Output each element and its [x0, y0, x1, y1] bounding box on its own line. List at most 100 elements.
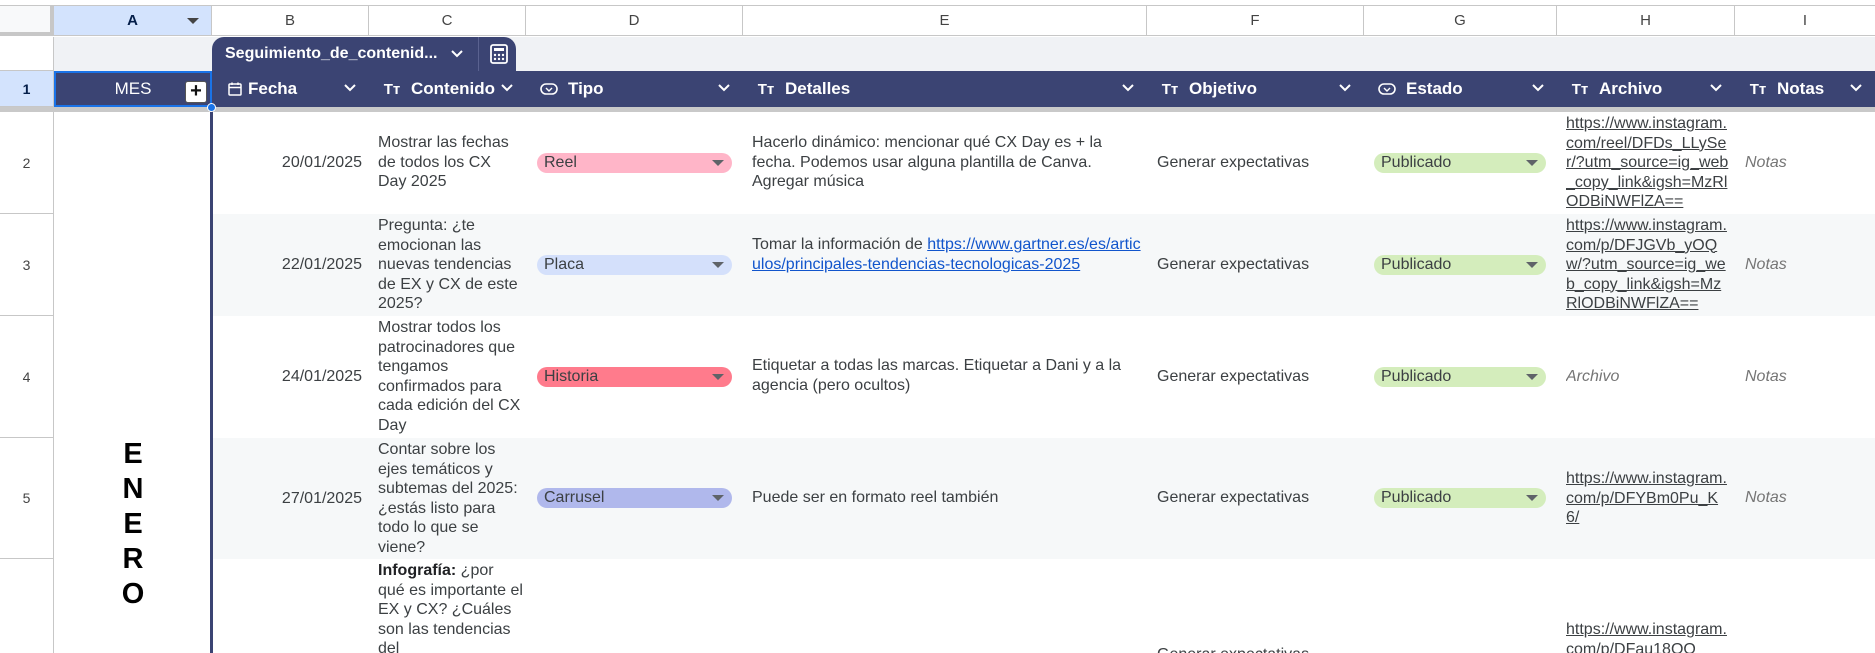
chevron-down-icon[interactable]: [1531, 80, 1545, 100]
cell-tipo-chip[interactable]: Historia: [537, 367, 732, 387]
column-header-b[interactable]: B: [212, 6, 369, 36]
cell-archivo-link[interactable]: https://www.instagram.com/p/DFau18OO: [1566, 620, 1729, 653]
chevron-down-icon[interactable]: [343, 80, 357, 100]
cell-notas[interactable]: Notas: [1745, 255, 1865, 275]
chevron-down-icon[interactable]: [450, 49, 464, 59]
cell-notas[interactable]: Notas: [1745, 367, 1865, 387]
chevron-down-icon[interactable]: [717, 80, 731, 100]
cell-notas[interactable]: Notas: [1745, 153, 1865, 173]
dropdown-arrow-icon[interactable]: [1526, 495, 1538, 501]
column-header-a[interactable]: A: [54, 6, 212, 36]
table-name: Seguimiento_de_contenid...: [225, 45, 438, 62]
dropdown-arrow-icon[interactable]: [1526, 160, 1538, 166]
text-type-icon: Tт: [757, 80, 775, 98]
cell-contenido[interactable]: Infografía: ¿por qué es importante el EX…: [378, 561, 523, 653]
dropdown-type-icon: [538, 83, 560, 95]
cell-contenido[interactable]: Contar sobre los ejes temáticos y subtem…: [378, 440, 523, 557]
chevron-down-icon[interactable]: [1338, 80, 1352, 100]
cell-fecha[interactable]: 22/01/2025: [212, 214, 362, 316]
chip-label: Publicado: [1381, 154, 1452, 171]
row-header-2[interactable]: 2: [0, 112, 54, 214]
column-header-g[interactable]: G: [1364, 6, 1557, 36]
cell-archivo-link[interactable]: https://www.instagram.com/p/DFJGVb_yOQw/…: [1566, 216, 1729, 314]
chevron-down-icon[interactable]: [1849, 80, 1863, 100]
header-notas[interactable]: Tт Notas: [1735, 71, 1875, 107]
header-fecha[interactable]: Fecha: [212, 71, 369, 107]
cell-detalles[interactable]: Hacerlo dinámico: mencionar qué CX Day e…: [752, 133, 1142, 192]
row-header-6[interactable]: [0, 559, 54, 653]
table-name-chip[interactable]: Seguimiento_de_contenid...: [212, 37, 516, 71]
dropdown-arrow-icon[interactable]: [712, 495, 724, 501]
cell-contenido[interactable]: Mostrar todos los patrocinadores que ten…: [378, 318, 523, 436]
header-contenido[interactable]: Tт Contenido: [369, 71, 526, 107]
dropdown-arrow-icon[interactable]: [712, 374, 724, 380]
header-archivo-label: Archivo: [1599, 79, 1663, 98]
contenido-bold: Infografía:: [378, 562, 457, 579]
header-detalles[interactable]: Tт Detalles: [743, 71, 1147, 107]
row-header-5[interactable]: 5: [0, 438, 54, 559]
chip-label: Publicado: [1381, 368, 1452, 385]
dropdown-arrow-icon[interactable]: [712, 262, 724, 268]
chip-label: Carrusel: [544, 489, 605, 506]
selection-handle[interactable]: [207, 103, 216, 112]
row-header-4[interactable]: 4: [0, 316, 54, 438]
cell-fecha[interactable]: 20/01/2025: [212, 112, 362, 214]
detalles-text: Tomar la información de: [752, 236, 928, 253]
cell-tipo-chip[interactable]: Placa: [537, 255, 732, 275]
cell-detalles[interactable]: Puede ser en formato reel también: [752, 488, 1142, 508]
cell-archivo-link[interactable]: https://www.instagram.com/p/DFYBm0Pu_K6/: [1566, 469, 1729, 528]
column-header-e[interactable]: E: [743, 6, 1147, 36]
header-detalles-label: Detalles: [785, 79, 851, 98]
cell-fecha[interactable]: 24/01/2025: [212, 316, 362, 438]
cell-notas[interactable]: Notas: [1745, 488, 1865, 508]
cell-estado-chip[interactable]: Publicado: [1374, 367, 1546, 387]
cell-objetivo[interactable]: Generar expectativas: [1157, 367, 1357, 387]
header-tipo[interactable]: Tipo: [526, 71, 743, 107]
header-contenido-label: Contenido: [411, 79, 496, 98]
column-header-c[interactable]: C: [369, 6, 526, 36]
add-column-button[interactable]: +: [185, 81, 207, 103]
cell-objetivo[interactable]: Generar expectativas: [1157, 645, 1357, 653]
dropdown-arrow-icon[interactable]: [1526, 262, 1538, 268]
cell-archivo-link[interactable]: https://www.instagram.com/reel/DFDs_LLyS…: [1566, 114, 1729, 212]
select-all-corner[interactable]: [0, 6, 54, 36]
cell-contenido[interactable]: Pregunta: ¿te emocionan las nuevas tende…: [378, 216, 523, 314]
column-header-h[interactable]: H: [1557, 6, 1735, 36]
chevron-down-icon[interactable]: [500, 80, 514, 100]
dropdown-arrow-icon[interactable]: [712, 160, 724, 166]
row-header-blank: [0, 37, 54, 71]
row-header-1[interactable]: 1: [0, 71, 54, 107]
chevron-down-icon[interactable]: [1709, 80, 1723, 100]
cell-objetivo[interactable]: Generar expectativas: [1157, 255, 1357, 275]
header-objetivo-label: Objetivo: [1189, 79, 1258, 98]
spreadsheet: { "columns": ["A","B","C","D","E","F","G…: [0, 0, 1875, 653]
cell-estado-chip[interactable]: Publicado: [1374, 488, 1546, 508]
dropdown-arrow-icon[interactable]: [1526, 374, 1538, 380]
dropdown-type-icon: [1376, 83, 1398, 95]
cell-contenido[interactable]: Mostrar las fechas de todos los CX Day 2…: [378, 133, 523, 192]
cell-tipo-chip[interactable]: Reel: [537, 153, 732, 173]
cell-tipo-chip[interactable]: Carrusel: [537, 488, 732, 508]
header-archivo[interactable]: Tт Archivo: [1557, 71, 1735, 107]
calendar-icon: [224, 82, 246, 96]
cell-detalles[interactable]: Tomar la información de https://www.gart…: [752, 235, 1144, 274]
cell-archivo[interactable]: Archivo: [1566, 367, 1729, 387]
column-header-f[interactable]: F: [1147, 6, 1364, 36]
chip-label: Historia: [544, 368, 599, 385]
header-estado[interactable]: Estado: [1364, 71, 1557, 107]
header-objetivo[interactable]: Tт Objetivo: [1147, 71, 1364, 107]
cell-detalles[interactable]: Etiquetar a todas las marcas. Etiquetar …: [752, 356, 1142, 395]
row-header-3[interactable]: 3: [0, 214, 54, 316]
cell-objetivo[interactable]: Generar expectativas: [1157, 153, 1357, 173]
chevron-down-icon[interactable]: [1121, 80, 1135, 100]
column-header-i[interactable]: I: [1735, 6, 1875, 36]
cell-estado-chip[interactable]: Publicado: [1374, 255, 1546, 275]
text-type-icon: Tт: [1749, 80, 1767, 98]
text-type-icon: Tт: [1571, 80, 1589, 98]
cell-estado-chip[interactable]: Publicado: [1374, 153, 1546, 173]
column-header-d[interactable]: D: [526, 6, 743, 36]
column-menu-icon[interactable]: [187, 18, 199, 24]
cell-fecha[interactable]: 27/01/2025: [212, 438, 362, 559]
table-settings-icon[interactable]: [488, 43, 510, 65]
cell-objetivo[interactable]: Generar expectativas: [1157, 488, 1357, 508]
